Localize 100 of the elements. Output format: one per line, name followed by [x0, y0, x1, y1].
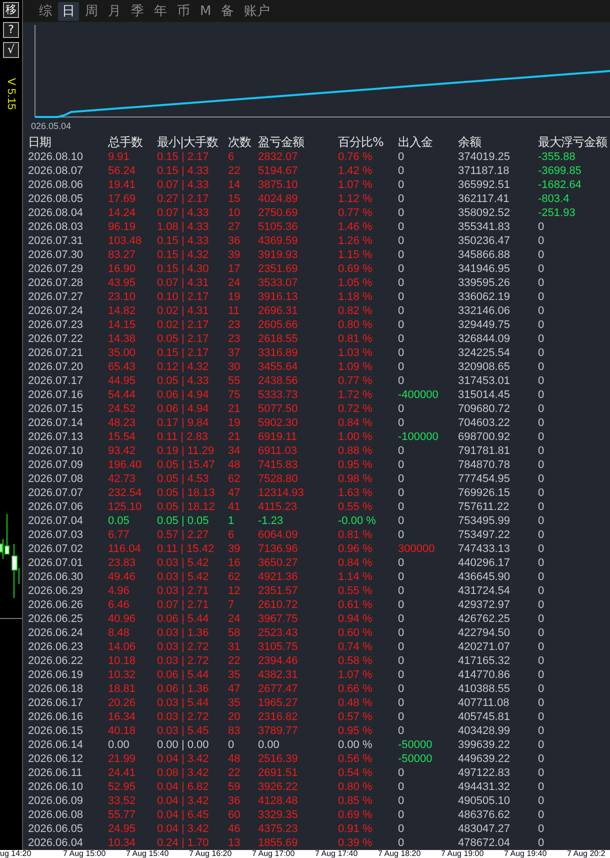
period-tab[interactable]: 日 [58, 2, 79, 20]
table-cell-text: 422794.50 [458, 626, 511, 640]
table-cell-text: 497122.83 [458, 766, 511, 780]
table-cell-text: 0 [398, 626, 406, 640]
period-tab[interactable]: 年 [150, 2, 171, 20]
table-cell-text: 0 [538, 822, 546, 836]
table-cell-text: 1.07 % [338, 668, 374, 682]
table-cell-text: 0.39 % [338, 836, 374, 850]
table-cell-text: 2026.06.25 [28, 612, 84, 626]
period-tab[interactable]: M [196, 2, 216, 20]
table-cell-text: 0 [538, 514, 546, 528]
table-cell-text: 0 [398, 332, 406, 346]
table-cell-text: 4375.23 [258, 822, 299, 836]
column-header: 最小|大手数 [157, 135, 220, 149]
table-cell-text: 5077.50 [258, 402, 299, 416]
table-cell-text: 0 [398, 444, 406, 458]
table-cell-text: 3916.13 [258, 290, 299, 304]
column-header: 出入金 [398, 135, 434, 149]
table-cell-text: 42.73 [108, 472, 137, 486]
table-cell-text: 7136.96 [258, 542, 299, 556]
table-cell-text: 6.77 [108, 528, 130, 542]
table-cell-text: 14.38 [108, 332, 137, 346]
table-cell-text: 483047.27 [458, 822, 511, 836]
table-cell-text: 358092.52 [458, 206, 511, 220]
side-button[interactable]: 移 [3, 2, 19, 18]
column-header: 最大浮亏金额 [538, 135, 608, 149]
table-cell-text: 6919.11 [258, 430, 298, 444]
period-tab[interactable]: 周 [81, 2, 102, 20]
period-tab[interactable]: 月 [104, 2, 125, 20]
table-cell-text: 0.05 | 18.13 [157, 486, 216, 500]
table-cell-text: 36 [228, 234, 242, 248]
table-cell-text: 46 [228, 822, 242, 836]
table-cell-text: 23 [228, 332, 242, 346]
table-cell-text: 2026.06.16 [28, 710, 84, 724]
table-cell-text: 0.77 % [338, 206, 374, 220]
table-cell-text: 2026.07.22 [28, 332, 84, 346]
table-cell-text: 753495.99 [458, 514, 511, 528]
table-cell-text: 0.27 | 2.17 [157, 192, 210, 206]
table-cell-text: 0.03 | 2.72 [157, 710, 210, 724]
table-cell-text: 2026.07.20 [28, 360, 84, 374]
table-cell-text: 0.10 | 2.17 [157, 290, 210, 304]
table-cell-text: 47 [228, 682, 242, 696]
table-cell-text: 2026.08.07 [28, 164, 84, 178]
table-cell-text: 55.77 [108, 808, 137, 822]
table-cell-text: 3650.27 [258, 556, 299, 570]
table-cell-text: 48.23 [108, 416, 137, 430]
table-cell-text: 0 [398, 486, 406, 500]
period-tab[interactable]: 综 [35, 2, 56, 20]
table-cell-text: 2605.66 [258, 318, 299, 332]
table-cell-text: 62 [228, 472, 242, 486]
table-cell-text: 19 [228, 290, 242, 304]
table-cell-text: 1.00 % [338, 430, 374, 444]
table-cell-text: 0.06 | 4.94 [157, 388, 210, 402]
table-cell-text: 0 [538, 430, 546, 444]
table-cell-text: 2750.69 [258, 206, 299, 220]
table-cell-text: 0 [538, 696, 546, 710]
table-cell-text: 3329.35 [258, 808, 299, 822]
table-cell-text: 1 [228, 514, 236, 528]
table-cell-text: 24 [228, 276, 242, 290]
table-cell-text: 1.03 % [338, 346, 374, 360]
time-label: 7 Aug 17:00 [252, 850, 296, 858]
table-cell-text: 0.95 % [338, 458, 374, 472]
table-cell-text: 5194.67 [258, 164, 299, 178]
table-cell-text: 0 [398, 234, 406, 248]
side-button[interactable]: ? [3, 22, 19, 38]
period-tab[interactable]: 账户 [240, 2, 274, 20]
table-cell-text: 6911.03 [258, 444, 298, 458]
table-cell-text: 0.54 % [338, 766, 374, 780]
table-cell-text: 0.15 | 4.33 [157, 234, 210, 248]
table-cell-text: 0 [538, 332, 546, 346]
table-cell-text: 426762.25 [458, 612, 511, 626]
table-cell-text: 2026.07.30 [28, 248, 84, 262]
table-cell-text: 0.17 | 9.84 [157, 416, 210, 430]
table-cell-text: 2026.07.03 [28, 528, 84, 542]
table-cell-text: 103.48 [108, 234, 143, 248]
table-cell-text: 2026.08.03 [28, 220, 84, 234]
table-cell-text: 0 [398, 654, 406, 668]
table-cell-text: 0.88 % [338, 444, 374, 458]
table-cell-text: 410388.55 [458, 682, 511, 696]
table-cell-text: 48 [228, 458, 242, 472]
table-cell-text: 8.48 [108, 626, 130, 640]
period-tab[interactable]: 备 [217, 2, 238, 20]
time-label: 7 Aug 19:00 [441, 850, 485, 858]
table-cell-text: 345866.88 [458, 248, 511, 262]
period-tab[interactable]: 季 [127, 2, 148, 20]
table-cell-text: 15.54 [108, 430, 137, 444]
table-cell-text: 0 [538, 528, 546, 542]
table-cell-text: 3533.07 [258, 276, 299, 290]
table-cell-text: 5105.36 [258, 220, 299, 234]
table-cell-text: 2026.06.05 [28, 822, 84, 836]
table-cell-text: 399639.22 [458, 738, 511, 752]
table-cell-text: 2026.07.01 [28, 556, 84, 570]
period-tab[interactable]: 币 [173, 2, 194, 20]
table-cell-text: 420271.07 [458, 640, 511, 654]
table-cell-text: 30 [228, 360, 242, 374]
side-button[interactable]: √ [3, 42, 19, 58]
table-cell-text: 0 [398, 710, 406, 724]
table-cell-text: 0.15 | 2.17 [157, 150, 210, 164]
table-cell-text: 2026.06.10 [28, 780, 84, 794]
table-cell-text: 0.00 | 0.00 [157, 738, 210, 752]
